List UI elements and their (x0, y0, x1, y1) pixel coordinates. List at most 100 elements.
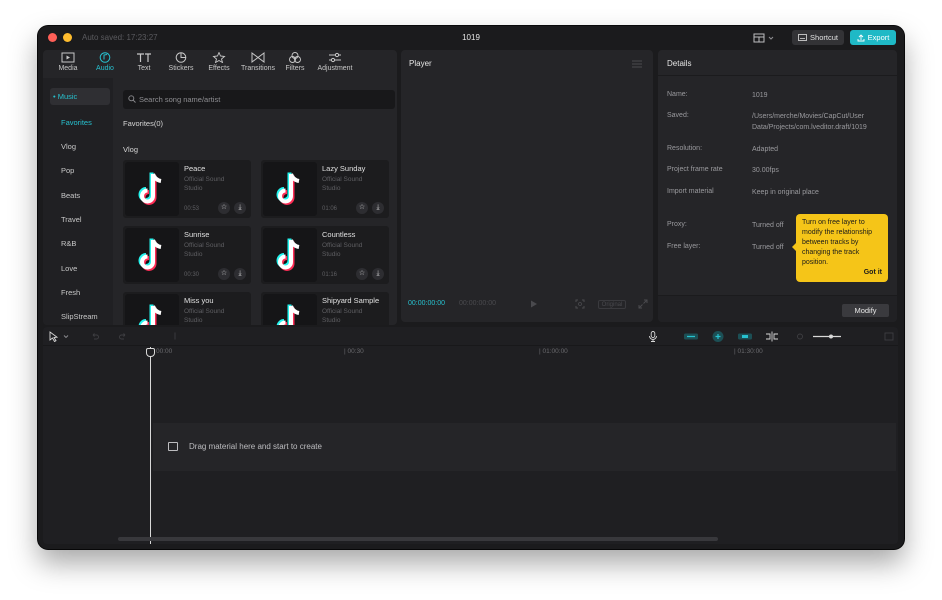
microphone-icon[interactable] (648, 331, 658, 342)
song-thumbnail (125, 294, 179, 325)
nav-item-beats[interactable]: Beats (50, 187, 110, 204)
tab-filters[interactable]: Filters (275, 52, 315, 78)
playhead-handle[interactable] (146, 348, 155, 357)
shortcut-label: Shortcut (810, 33, 838, 42)
modify-button[interactable]: Modify (842, 304, 889, 317)
tab-audio-label: Audio (96, 65, 114, 72)
song-card[interactable]: Sunrise Official Sound Studio 00:30 ☆ ⤓ (123, 226, 251, 284)
song-card[interactable]: Peace Official Sound Studio 00:53 ☆ ⤓ (123, 160, 251, 218)
title-bar: Auto saved: 17:23:27 1019 Shortcut Expor… (38, 26, 904, 50)
detail-label: Resolution: (667, 145, 703, 152)
detail-label: Proxy: (667, 221, 687, 228)
song-title: Sunrise (184, 230, 210, 239)
tiktok-logo-icon (276, 238, 300, 271)
nav-item-love[interactable]: Love (50, 260, 110, 277)
detail-value: Adapted (752, 146, 779, 153)
search-input[interactable]: Search song name/artist (123, 90, 395, 109)
song-artist: Official Sound Studio (322, 176, 363, 192)
export-button[interactable]: Export (850, 30, 896, 45)
tiktok-logo-icon (138, 304, 162, 325)
song-thumbnail (125, 162, 179, 216)
tab-audio[interactable]: Audio (85, 52, 125, 78)
nav-item-rnb[interactable]: R&B (50, 235, 110, 252)
nav-music-header[interactable]: • Music (50, 88, 110, 105)
media-panel: Media Audio Text Stickers Effects Transi… (43, 50, 397, 325)
nav-item-favorites[interactable]: Favorites (50, 114, 110, 131)
preview-axis-icon[interactable] (765, 331, 779, 342)
song-title: Miss you (184, 296, 214, 305)
got-it-button[interactable]: Got it (864, 268, 882, 278)
song-artist: Official Sound Studio (184, 308, 225, 324)
timeline-toolbar (43, 327, 898, 346)
playhead[interactable] (150, 347, 151, 544)
download-icon[interactable]: ⤓ (372, 268, 384, 280)
player-current-time: 00:00:00:00 (408, 300, 445, 307)
detail-label: Project frame rate (667, 166, 723, 173)
song-title: Countless (322, 230, 356, 239)
film-strip-icon (168, 442, 178, 451)
detail-label: Free layer: (667, 243, 701, 250)
tab-effects[interactable]: Effects (199, 52, 239, 78)
download-icon[interactable]: ⤓ (234, 268, 246, 280)
tab-transitions[interactable]: Transitions (238, 52, 278, 78)
nav-item-vlog[interactable]: Vlog (50, 138, 110, 155)
tab-stickers[interactable]: Stickers (161, 52, 201, 78)
song-artist: Official Sound Studio (322, 242, 363, 258)
detail-value: 30.00fps (752, 167, 779, 174)
select-cursor-icon[interactable] (49, 331, 71, 342)
fullscreen-crop-icon[interactable] (575, 299, 585, 309)
undo-icon[interactable] (91, 332, 99, 340)
keyboard-icon (798, 34, 807, 41)
menu-icon[interactable] (632, 60, 642, 68)
shortcut-button[interactable]: Shortcut (792, 30, 844, 45)
tab-media[interactable]: Media (48, 52, 88, 78)
favorite-star-icon[interactable]: ☆ (218, 268, 230, 280)
ruler-mark: 00:00 (156, 348, 173, 355)
tab-text[interactable]: Text (124, 52, 164, 78)
song-card[interactable]: Shipyard Sample Official Sound Studio (261, 292, 389, 325)
search-placeholder: Search song name/artist (139, 95, 221, 104)
play-icon[interactable] (530, 300, 538, 308)
song-card[interactable]: Lazy Sunday Official Sound Studio 01:06 … (261, 160, 389, 218)
expand-icon[interactable] (638, 299, 648, 309)
main-track-magnet-icon[interactable] (683, 331, 699, 342)
fit-timeline-icon[interactable] (884, 332, 894, 341)
tab-filters-label: Filters (285, 65, 305, 72)
tab-adjustment[interactable]: Adjustment (313, 52, 357, 78)
nav-item-travel[interactable]: Travel (50, 211, 110, 228)
nav-item-slipstream[interactable]: SlipStream (50, 308, 110, 325)
song-card[interactable]: Countless Official Sound Studio 01:16 ☆ … (261, 226, 389, 284)
media-icon (61, 52, 75, 63)
ruler-mark: | 01:00:00 (539, 348, 568, 355)
favorite-star-icon[interactable]: ☆ (356, 268, 368, 280)
favorite-star-icon[interactable]: ☆ (218, 202, 230, 214)
detail-label: Name: (667, 91, 688, 98)
zoom-out-icon[interactable] (797, 333, 807, 340)
download-icon[interactable]: ⤓ (234, 202, 246, 214)
detail-value: Turned off (752, 222, 784, 229)
song-title: Shipyard Sample (322, 296, 380, 305)
song-title: Lazy Sunday (322, 164, 366, 173)
tiktok-logo-icon (138, 238, 162, 271)
ruler-mark: | 01:30:00 (734, 348, 763, 355)
zoom-slider[interactable] (813, 333, 841, 340)
linkage-icon[interactable] (737, 331, 753, 342)
download-icon[interactable]: ⤓ (372, 202, 384, 214)
main-track-dropzone[interactable]: Drag material here and start to create (153, 423, 896, 471)
music-category-nav: • Music Favorites Vlog Pop Beats Travel … (43, 78, 113, 325)
split-icon[interactable] (171, 332, 179, 340)
song-artist: Official Sound Studio (184, 176, 225, 192)
redo-icon[interactable] (119, 332, 127, 340)
song-duration: 01:06 (322, 206, 338, 212)
timeline-scrollbar[interactable] (118, 537, 718, 541)
auto-snap-icon[interactable] (711, 330, 725, 343)
ratio-button[interactable]: Original (598, 300, 626, 309)
song-artist: Official Sound Studio (184, 242, 225, 258)
favorite-star-icon[interactable]: ☆ (356, 202, 368, 214)
nav-item-pop[interactable]: Pop (50, 162, 110, 179)
player-panel: Player 00:00:00:00 00:00:00:00 Original (401, 50, 653, 322)
song-duration: 00:53 (184, 206, 200, 212)
nav-item-fresh[interactable]: Fresh (50, 284, 110, 301)
song-card[interactable]: Miss you Official Sound Studio (123, 292, 251, 325)
layout-menu-icon[interactable] (752, 32, 782, 44)
